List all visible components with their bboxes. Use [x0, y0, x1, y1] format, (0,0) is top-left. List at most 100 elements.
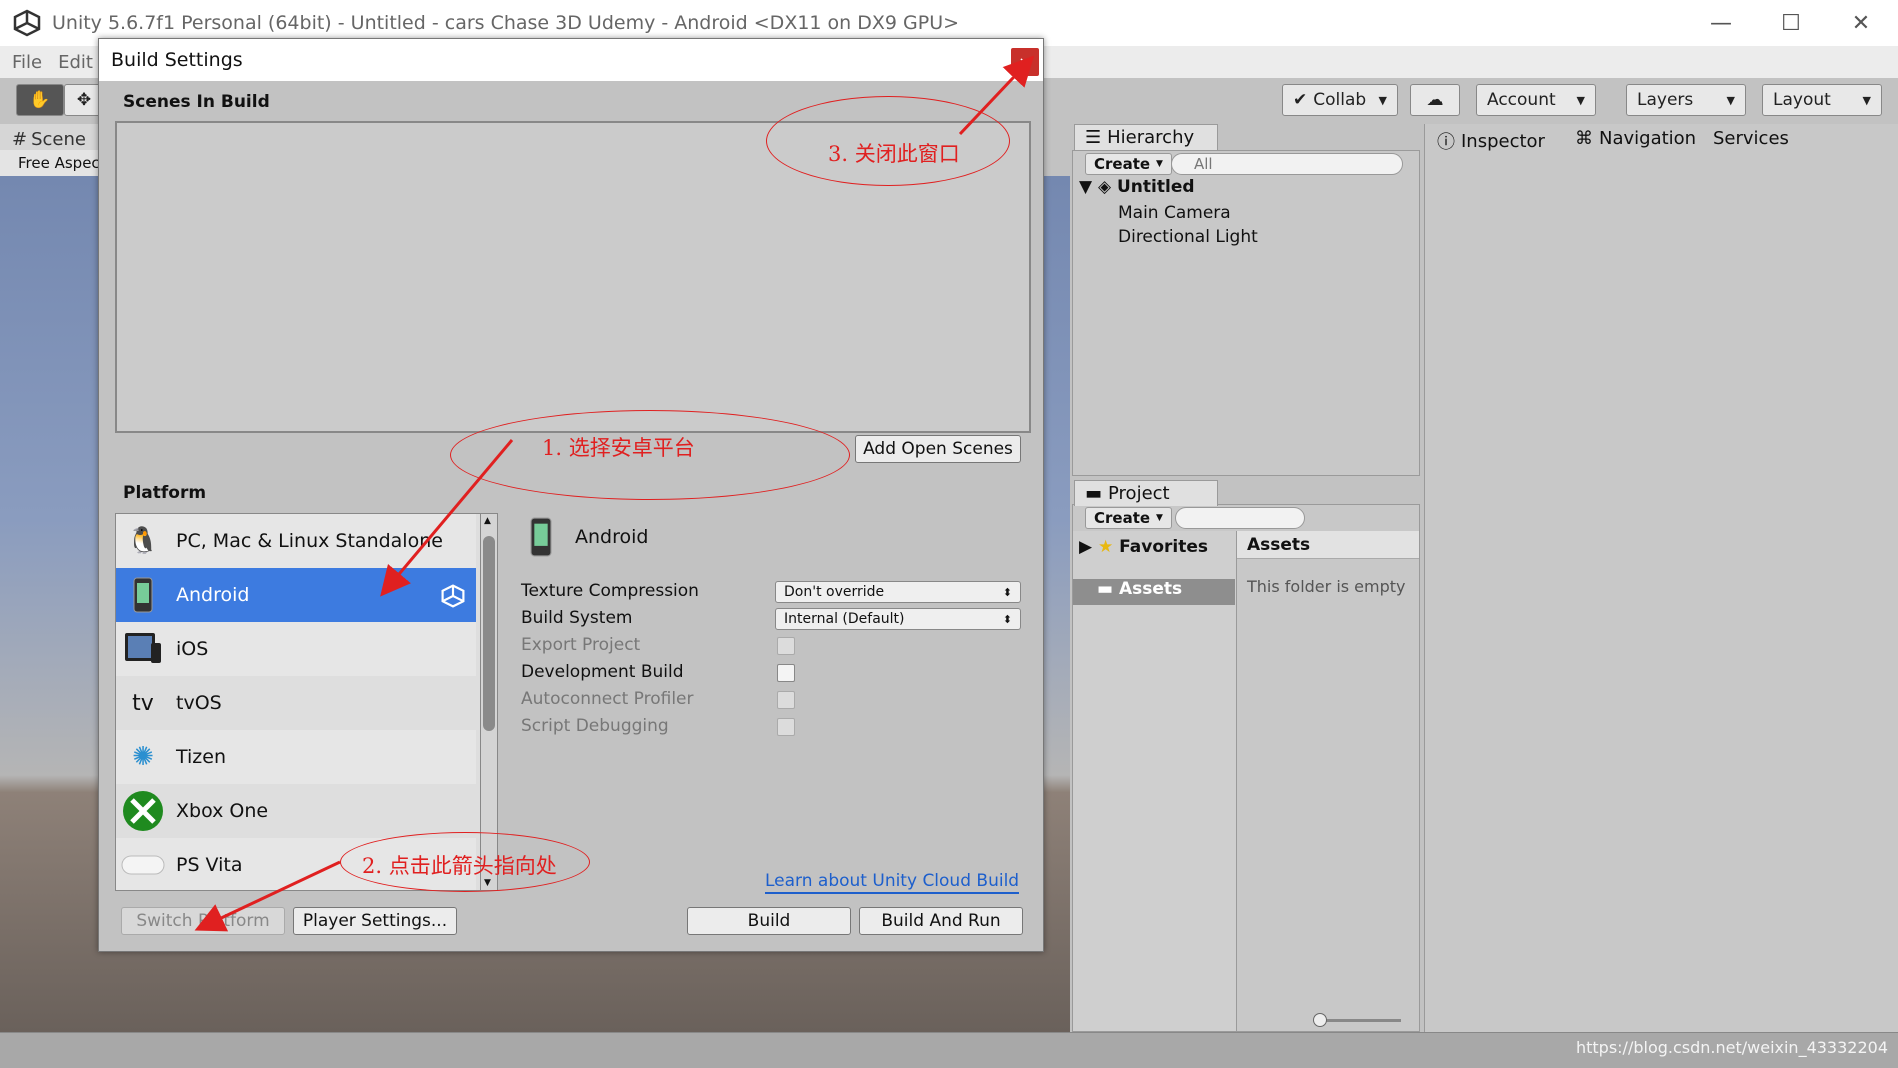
tab-inspector[interactable]: ⓘ Inspector: [1437, 128, 1545, 154]
unity-current-target-icon: [441, 584, 465, 608]
favorites-item[interactable]: ▶ ★ Favorites: [1079, 537, 1208, 557]
updown-caret-icon: ⬍: [1002, 585, 1012, 599]
aspect-dropdown[interactable]: Free Aspec: [0, 150, 105, 176]
caret-down-icon: ▼: [1156, 513, 1163, 523]
empty-folder-text: This folder is empty: [1247, 577, 1406, 596]
caret-down-icon: ▼: [1726, 93, 1735, 107]
hierarchy-item-main-camera[interactable]: Main Camera: [1118, 203, 1231, 223]
grid-icon: #: [12, 128, 28, 150]
tizen-icon: ✺: [132, 742, 154, 772]
platform-name: Xbox One: [176, 800, 269, 822]
annotation-step3: 3. 关闭此窗口: [828, 142, 960, 166]
tux-icon: 🐧: [126, 526, 160, 556]
caret-down-icon: ▼: [1862, 93, 1871, 107]
tab-project[interactable]: ▬ Project: [1074, 480, 1218, 506]
hierarchy-search-input[interactable]: All: [1171, 153, 1403, 175]
tab-navigation[interactable]: ⌘ Navigation: [1575, 128, 1696, 149]
account-button[interactable]: Account ▼: [1476, 84, 1596, 116]
info-icon: ⓘ: [1437, 132, 1455, 153]
watermark: https://blog.csdn.net/weixin_43332204: [1575, 1038, 1888, 1057]
move-icon: ✥: [76, 90, 92, 110]
platform-label: Platform: [123, 483, 207, 503]
platform-name: PC, Mac & Linux Standalone: [176, 530, 443, 552]
hand-icon: ✋: [29, 90, 51, 110]
development-build-checkbox[interactable]: [777, 664, 795, 682]
expand-triangle-icon: ▶: [1079, 537, 1093, 557]
project-create-button[interactable]: Create ▼: [1085, 507, 1172, 529]
hierarchy-panel: Create ▼ All ▼ ◈ Untitled Main Camera Di…: [1072, 150, 1420, 476]
check-icon: ✔: [1293, 90, 1308, 110]
hand-tool-button[interactable]: ✋: [16, 84, 64, 116]
project-panel: Create ▼ ▶ ★ Favorites ▬ Assets Assets T…: [1072, 504, 1420, 1032]
autoconnect-profiler-label: Autoconnect Profiler: [521, 689, 694, 709]
build-system-label: Build System: [521, 608, 633, 628]
project-tab-label: Project: [1108, 483, 1170, 504]
menu-edit[interactable]: Edit: [58, 52, 93, 73]
export-project-checkbox[interactable]: [777, 637, 795, 655]
platform-item-standalone[interactable]: 🐧 PC, Mac & Linux Standalone: [116, 514, 476, 568]
slider-handle[interactable]: [1313, 1013, 1327, 1027]
platform-item-xbox[interactable]: Xbox One: [116, 784, 476, 838]
create-label: Create: [1094, 155, 1151, 173]
autoconnect-profiler-checkbox[interactable]: [777, 691, 795, 709]
android-icon: [120, 572, 166, 618]
script-debugging-label: Script Debugging: [521, 716, 669, 736]
cloud-button[interactable]: ☁: [1410, 84, 1460, 116]
project-search-input[interactable]: [1175, 507, 1305, 529]
zoom-slider[interactable]: [1313, 1013, 1401, 1027]
platform-name: Tizen: [176, 746, 227, 768]
window-close-button[interactable]: ✕: [1826, 0, 1896, 46]
account-label: Account: [1487, 90, 1556, 110]
minimize-button[interactable]: —: [1686, 0, 1756, 46]
platform-item-ios[interactable]: iOS: [116, 622, 476, 676]
unity-cloud-build-link[interactable]: Learn about Unity Cloud Build: [765, 871, 1020, 894]
assets-tree-label: Assets: [1118, 579, 1183, 599]
layers-label: Layers: [1637, 90, 1694, 110]
assets-header-label: Assets: [1247, 535, 1311, 555]
script-debugging-checkbox[interactable]: [777, 718, 795, 736]
hierarchy-tab-label: Hierarchy: [1107, 127, 1195, 148]
list-icon: ☰: [1085, 127, 1102, 148]
add-open-scenes-button[interactable]: Add Open Scenes: [855, 435, 1021, 463]
layers-button[interactable]: Layers ▼: [1626, 84, 1746, 116]
platform-item-tvos[interactable]: tv tvOS: [116, 676, 476, 730]
inspector-panel: ⓘ Inspector ⌘ Navigation Services: [1424, 124, 1898, 1032]
maximize-button[interactable]: ☐: [1756, 0, 1826, 46]
export-project-label: Export Project: [521, 635, 641, 655]
dialog-close-button[interactable]: ×: [1011, 48, 1039, 76]
psvita-icon: [120, 842, 166, 888]
assets-tree-item[interactable]: ▬ Assets: [1073, 579, 1235, 605]
navigation-icon: ⌘: [1575, 128, 1593, 149]
platform-item-tizen[interactable]: ✺ Tizen: [116, 730, 476, 784]
platform-item-android[interactable]: Android: [116, 568, 476, 622]
dropdown-value: Don't override: [784, 584, 885, 600]
platform-name: Android: [176, 584, 250, 606]
assets-header: Assets: [1237, 531, 1419, 559]
texture-compression-dropdown[interactable]: Don't override ⬍: [775, 581, 1021, 603]
folder-icon: ▬: [1097, 579, 1114, 599]
dropdown-value: Internal (Default): [784, 611, 905, 627]
scrollbar-thumb[interactable]: [483, 536, 495, 731]
build-and-run-button[interactable]: Build And Run: [859, 907, 1023, 935]
scene-root-item[interactable]: ▼ ◈ Untitled: [1079, 177, 1195, 197]
hierarchy-item-directional-light[interactable]: Directional Light: [1118, 227, 1258, 247]
tab-hierarchy[interactable]: ☰ Hierarchy: [1074, 124, 1218, 150]
build-button[interactable]: Build: [687, 907, 851, 935]
tab-services[interactable]: Services: [1713, 128, 1789, 149]
player-settings-button[interactable]: Player Settings...: [293, 907, 457, 935]
xbox-icon: [120, 788, 166, 834]
menu-file[interactable]: File: [12, 52, 42, 73]
layout-button[interactable]: Layout ▼: [1762, 84, 1882, 116]
collab-label: Collab: [1313, 90, 1367, 110]
hierarchy-create-button[interactable]: Create ▼: [1085, 153, 1172, 175]
ios-icon: [120, 626, 166, 672]
appletv-icon: tv: [132, 690, 154, 716]
unity-logo-icon: [13, 9, 41, 37]
android-icon: [530, 517, 552, 557]
collab-button[interactable]: ✔ Collab ▼: [1282, 84, 1398, 116]
scroll-up-arrow-icon[interactable]: ▲: [484, 516, 491, 526]
build-system-dropdown[interactable]: Internal (Default) ⬍: [775, 608, 1021, 630]
dialog-title: Build Settings: [111, 49, 243, 71]
switch-platform-button[interactable]: Switch Platform: [121, 907, 285, 935]
expand-triangle-icon: ▼: [1079, 177, 1093, 197]
